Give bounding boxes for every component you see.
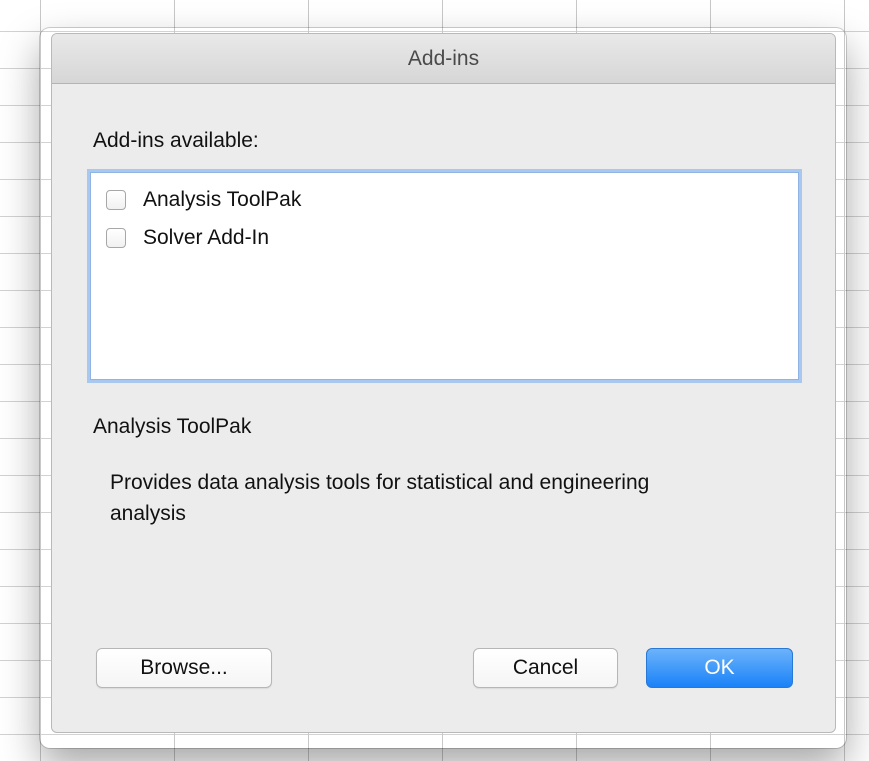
- add-ins-list[interactable]: Analysis ToolPak Solver Add-In: [90, 172, 799, 380]
- dialog-titlebar[interactable]: Add-ins: [52, 34, 835, 84]
- description-title: Analysis ToolPak: [93, 415, 252, 438]
- ok-button[interactable]: OK: [646, 648, 793, 688]
- add-ins-available-label: Add-ins available:: [93, 129, 259, 152]
- analysis-toolpak-checkbox[interactable]: [106, 190, 126, 210]
- list-item-label: Solver Add-In: [143, 226, 270, 249]
- list-item-label: Analysis ToolPak: [143, 188, 302, 211]
- add-ins-dialog: Add-ins Add-ins available: Analysis Tool…: [51, 33, 836, 733]
- browse-button[interactable]: Browse...: [96, 648, 272, 688]
- list-item-solver-add-in[interactable]: Solver Add-In: [106, 223, 269, 253]
- list-item-analysis-toolpak[interactable]: Analysis ToolPak: [106, 185, 301, 215]
- dialog-title: Add-ins: [407, 47, 480, 70]
- solver-add-in-checkbox[interactable]: [106, 228, 126, 248]
- description-text: Provides data analysis tools for statist…: [110, 471, 650, 525]
- cancel-button[interactable]: Cancel: [473, 648, 618, 688]
